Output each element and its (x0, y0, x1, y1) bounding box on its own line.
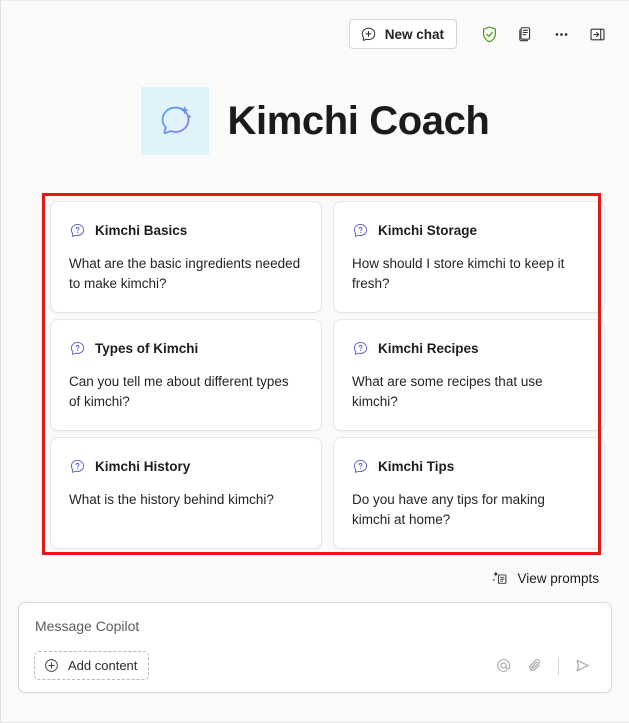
attach-button[interactable] (520, 652, 550, 680)
message-input[interactable]: Message Copilot (34, 618, 597, 634)
send-icon (573, 656, 592, 675)
composer-footer: Add content (34, 651, 597, 680)
prompt-card[interactable]: Types of Kimchi Can you tell me about di… (50, 319, 322, 431)
plus-circle-icon (43, 657, 60, 674)
new-chat-label: New chat (384, 26, 444, 42)
view-prompts-button[interactable]: View prompts (487, 565, 603, 591)
prompt-card-body: Do you have any tips for making kimchi a… (352, 492, 545, 527)
prompt-card-body: How should I store kimchi to keep it fre… (352, 256, 565, 291)
page-title: Kimchi Coach (227, 99, 490, 143)
prompt-card-title: Types of Kimchi (95, 341, 199, 356)
prompt-sparkle-icon (491, 569, 509, 587)
prompt-card[interactable]: Kimchi Basics What are the basic ingredi… (50, 201, 322, 313)
prompt-card-title: Kimchi Storage (378, 223, 478, 238)
prompt-card-body: What are the basic ingredients needed to… (69, 256, 301, 291)
add-content-button[interactable]: Add content (34, 651, 150, 680)
expand-panel-button[interactable] (579, 18, 615, 50)
expand-panel-icon (588, 25, 607, 44)
prompt-card[interactable]: Kimchi Tips Do you have any tips for mak… (333, 437, 605, 549)
shield-check-icon-button[interactable] (471, 18, 507, 50)
view-prompts-row: View prompts (1, 557, 629, 591)
prompt-card-header: Types of Kimchi (69, 340, 303, 357)
copilot-app-window: New chat Kimchi Coach Kimchi Basics What… (0, 0, 629, 723)
send-button[interactable] (567, 652, 597, 680)
prompt-card-body: What is the history behind kimchi? (69, 492, 274, 507)
chat-question-icon (352, 458, 369, 475)
prompt-card-header: Kimchi Recipes (352, 340, 586, 357)
prompt-card-title: Kimchi Basics (95, 223, 188, 238)
app-hero: Kimchi Coach (1, 87, 629, 155)
chat-question-icon (69, 458, 86, 475)
app-logo (140, 87, 209, 155)
new-chat-button[interactable]: New chat (348, 19, 457, 49)
prompt-card-header: Kimchi Storage (352, 222, 586, 239)
prompt-card-body: What are some recipes that use kimchi? (352, 374, 543, 409)
chat-sparkle-icon (154, 100, 196, 142)
chat-plus-icon (360, 26, 377, 43)
more-options-button[interactable] (543, 18, 579, 50)
chat-question-icon (69, 222, 86, 239)
prompt-card-body: Can you tell me about different types of… (69, 374, 289, 409)
attach-icon (526, 656, 545, 675)
prompt-card-header: Kimchi History (69, 458, 303, 475)
starter-prompts-region: Kimchi Basics What are the basic ingredi… (42, 193, 605, 557)
prompt-card[interactable]: Kimchi History What is the history behin… (50, 437, 322, 549)
view-prompts-label: View prompts (517, 570, 599, 586)
composer-actions (488, 652, 597, 680)
pages-icon (516, 25, 535, 44)
pages-icon-button[interactable] (507, 18, 543, 50)
message-composer[interactable]: Message Copilot Add content (18, 602, 612, 693)
composer-wrapper: Message Copilot Add content (1, 591, 629, 693)
starter-prompts-grid: Kimchi Basics What are the basic ingredi… (42, 193, 605, 557)
prompt-card-header: Kimchi Basics (69, 222, 303, 239)
mention-button[interactable] (488, 652, 518, 680)
prompt-card-title: Kimchi Tips (378, 459, 455, 474)
bottom-spacer (1, 693, 629, 722)
top-toolbar: New chat (1, 1, 629, 67)
prompt-card-header: Kimchi Tips (352, 458, 586, 475)
add-content-label: Add content (68, 658, 138, 673)
chat-question-icon (352, 222, 369, 239)
more-options-icon (552, 25, 571, 44)
prompt-card-title: Kimchi History (95, 459, 191, 474)
action-divider (558, 656, 559, 675)
shield-check-icon (480, 25, 499, 44)
prompt-card[interactable]: Kimchi Recipes What are some recipes tha… (333, 319, 605, 431)
prompt-card[interactable]: Kimchi Storage How should I store kimchi… (333, 201, 605, 313)
prompt-card-title: Kimchi Recipes (378, 341, 479, 356)
mention-icon (494, 656, 513, 675)
chat-question-icon (352, 340, 369, 357)
chat-question-icon (69, 340, 86, 357)
